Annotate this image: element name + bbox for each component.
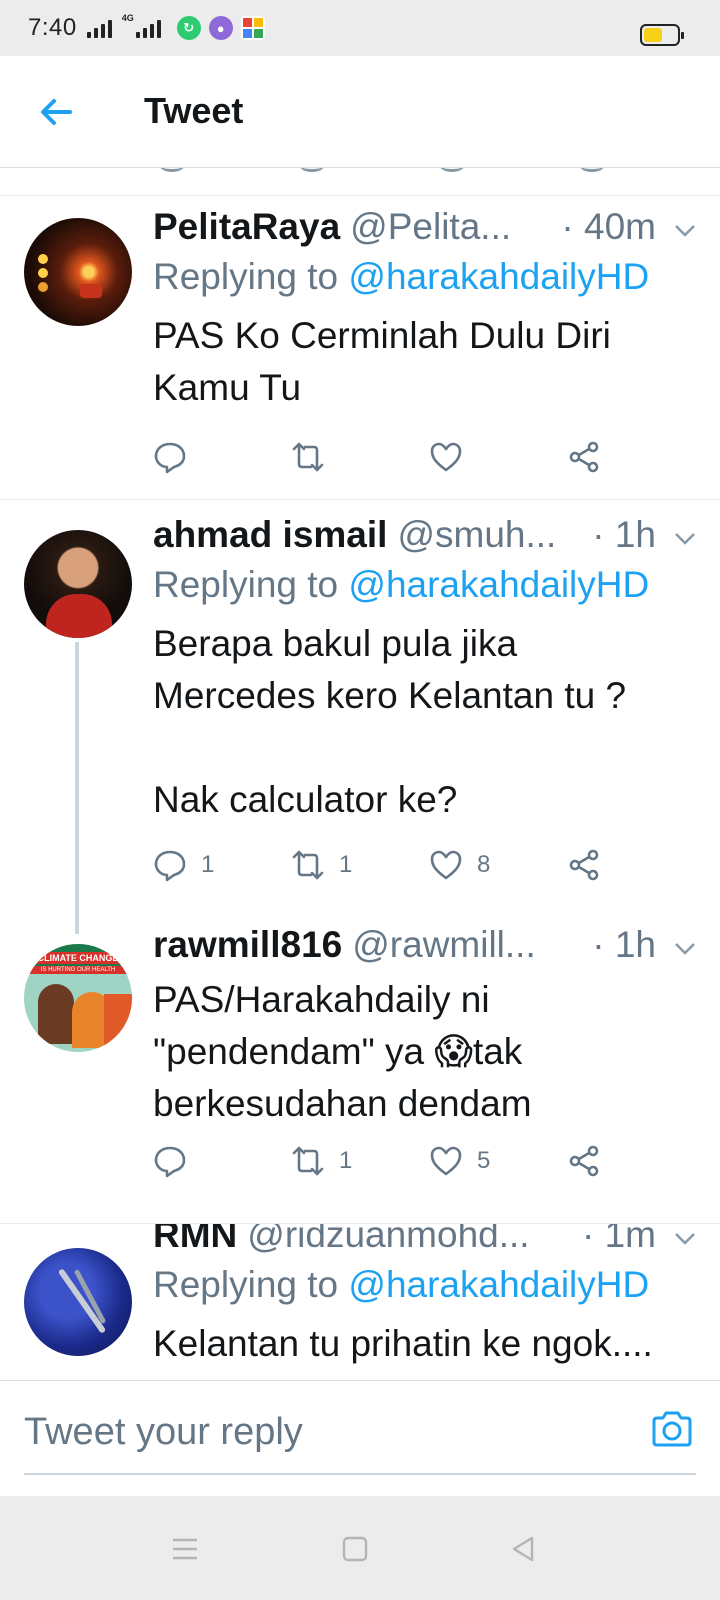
tweet-text: PAS Ko Cerminlah Dulu Diri Kamu Tu — [153, 315, 611, 408]
signal-icon — [86, 18, 112, 38]
avatar[interactable] — [24, 218, 132, 326]
tweet-time: · 40m — [561, 206, 656, 247]
user-handle[interactable]: @smuh... — [397, 514, 556, 556]
mention-link[interactable]: @harakahdailyHD — [348, 256, 649, 297]
display-name[interactable]: RMN — [153, 1224, 237, 1256]
app-notification-icon-2: ● — [208, 16, 233, 40]
avatar-caption-bottom: IS HURTING OUR HEALTH — [30, 966, 126, 974]
chevron-down-icon[interactable] — [674, 942, 696, 956]
user-handle[interactable]: @Pelita... — [350, 206, 511, 248]
retweet-count: 1 — [339, 851, 353, 878]
previous-tweet-fragment — [0, 168, 720, 196]
share-button[interactable] — [567, 440, 601, 474]
status-time: 7:40 — [28, 14, 77, 41]
reply-icon — [154, 850, 186, 882]
user-handle[interactable]: @rawmill... — [352, 924, 536, 966]
tweet-time: · 1h — [592, 924, 656, 965]
network-type: 4G — [121, 13, 134, 23]
like-count: 5 — [477, 1147, 491, 1174]
scream-emoji: 😱 — [434, 1031, 473, 1072]
heart-icon — [430, 850, 462, 880]
retweet-icon — [292, 1146, 324, 1176]
status-bar: 7:40 4G ↻ ● — [0, 0, 720, 56]
menu-icon[interactable] — [170, 1534, 200, 1564]
tweet-item[interactable]: RMN @ridzuanmohd... · 1m Replying to @ha… — [0, 1224, 720, 1380]
back-triangle-icon[interactable] — [508, 1534, 538, 1564]
chevron-down-icon[interactable] — [674, 224, 696, 238]
share-icon — [569, 441, 599, 473]
camera-icon[interactable] — [650, 1409, 694, 1449]
like-button[interactable] — [429, 440, 477, 474]
reply-icon — [154, 1146, 186, 1178]
avatar[interactable] — [24, 530, 132, 638]
tweet-text: Berapa bakul pula jika Mercedes kero Kel… — [153, 623, 627, 820]
replying-to: Replying to @harakahdailyHD — [153, 1264, 650, 1305]
tweet-text: PAS/Harakahdaily ni "pendendam" ya 😱tak … — [153, 979, 532, 1124]
share-button[interactable] — [567, 1144, 601, 1178]
arrow-left-icon[interactable] — [36, 92, 76, 132]
retweet-button[interactable]: 1 — [291, 1144, 352, 1178]
reply-button[interactable] — [153, 440, 201, 474]
reply-composer: Tweet your reply — [0, 1380, 720, 1484]
avatar-caption-top: CLIMATE CHANGE — [30, 952, 126, 964]
mention-link[interactable]: @harakahdailyHD — [348, 564, 649, 605]
tweet-time: · 1h — [592, 514, 656, 555]
heart-icon — [430, 1146, 462, 1176]
user-handle[interactable]: @ridzuanmohd... — [247, 1224, 529, 1256]
avatar[interactable]: CLIMATE CHANGE IS HURTING OUR HEALTH — [24, 944, 132, 1052]
share-button[interactable] — [567, 848, 601, 882]
tweet-item[interactable]: ahmad ismail @smuh... · 1h Replying to @… — [0, 500, 720, 934]
display-name[interactable]: rawmill816 — [153, 924, 342, 966]
retweet-icon — [292, 850, 324, 880]
page-title: Tweet — [144, 90, 244, 131]
battery-icon — [640, 24, 684, 46]
signal-icon-2 — [135, 18, 161, 38]
like-button[interactable]: 5 — [429, 1144, 490, 1178]
replying-to: Replying to @harakahdailyHD — [153, 256, 650, 297]
share-icon — [569, 849, 599, 881]
display-name[interactable]: ahmad ismail — [153, 514, 387, 556]
like-button[interactable]: 8 — [429, 848, 490, 882]
input-underline — [24, 1473, 696, 1475]
top-app-bar: Tweet — [0, 56, 720, 168]
avatar[interactable] — [24, 1248, 132, 1356]
reply-count: 1 — [201, 851, 215, 878]
system-nav-bar — [0, 1496, 720, 1600]
retweet-icon — [292, 442, 324, 472]
thread-connector — [75, 642, 79, 934]
chevron-down-icon[interactable] — [674, 1232, 696, 1246]
reply-button[interactable] — [153, 1144, 201, 1178]
heart-icon — [430, 442, 462, 472]
reply-input[interactable]: Tweet your reply — [24, 1411, 303, 1454]
replying-to: Replying to @harakahdailyHD — [153, 564, 650, 605]
reply-icon — [154, 442, 186, 474]
display-name[interactable]: PelitaRaya — [153, 206, 340, 248]
retweet-button[interactable] — [291, 440, 339, 474]
puzzle-icon — [240, 16, 265, 40]
tweet-text: Kelantan tu prihatin ke ngok.... — [153, 1323, 653, 1364]
tweet-item[interactable]: CLIMATE CHANGE IS HURTING OUR HEALTH raw… — [0, 924, 720, 1224]
retweet-button[interactable]: 1 — [291, 848, 352, 882]
tweet-item[interactable]: PelitaRaya @Pelita... · 40m Replying to … — [0, 196, 720, 500]
retweet-count: 1 — [339, 1147, 353, 1174]
app-notification-icon: ↻ — [176, 16, 201, 40]
share-icon — [569, 1145, 599, 1177]
tweet-time: · 1m — [582, 1224, 656, 1255]
chevron-down-icon[interactable] — [674, 532, 696, 546]
home-square-icon[interactable] — [340, 1534, 370, 1564]
mention-link[interactable]: @harakahdailyHD — [348, 1264, 649, 1305]
reply-button[interactable]: 1 — [153, 848, 214, 882]
like-count: 8 — [477, 851, 491, 878]
